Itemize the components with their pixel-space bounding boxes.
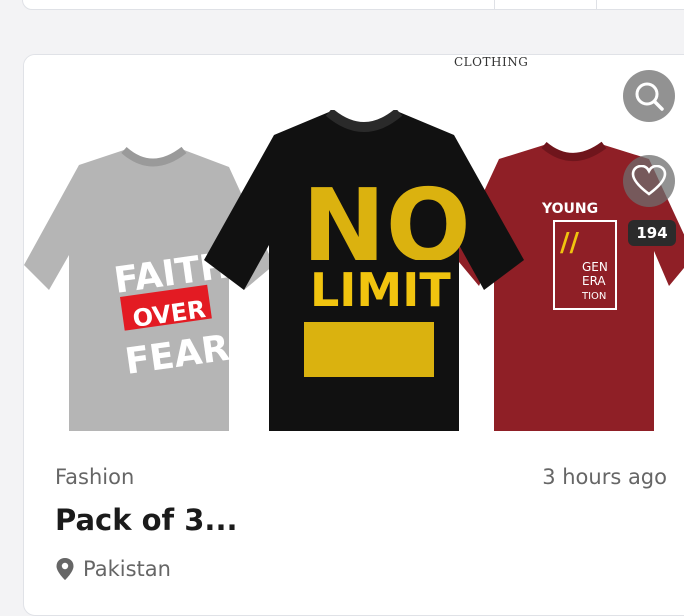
brand-text: CLOTHING: [454, 55, 529, 69]
shirt-line: TION: [581, 291, 606, 302]
search-image-button[interactable]: [623, 70, 675, 122]
listing-location: Pakistan: [55, 557, 171, 581]
listing-title[interactable]: Pack of 3...: [55, 503, 237, 537]
listing-time: 3 hours ago: [542, 465, 667, 489]
shirt-line: ERA: [582, 274, 606, 288]
search-icon: [635, 82, 664, 111]
listing-card[interactable]: CLOTHING FAITH OVER FEAR YOUNG // GEN ER…: [23, 54, 684, 616]
listing-image[interactable]: CLOTHING FAITH OVER FEAR YOUNG // GEN ER…: [24, 55, 684, 431]
shirt-line: YOUNG: [541, 201, 598, 217]
top-bar-divider: [494, 0, 495, 9]
listing-category: Fashion: [55, 465, 135, 489]
shirt-line: LIMIT: [310, 263, 451, 317]
location-pin-icon: [56, 558, 74, 580]
heart-icon: [631, 165, 667, 196]
favorite-button[interactable]: [623, 155, 675, 207]
location-text: Pakistan: [83, 557, 171, 581]
top-bar-divider: [596, 0, 597, 9]
black-tshirt: NO LIMIT: [204, 110, 524, 431]
svg-text://: //: [560, 228, 579, 258]
favorite-count-badge: 194: [628, 220, 676, 246]
shirt-line: GEN: [582, 260, 608, 274]
top-search-bar[interactable]: [22, 0, 684, 10]
